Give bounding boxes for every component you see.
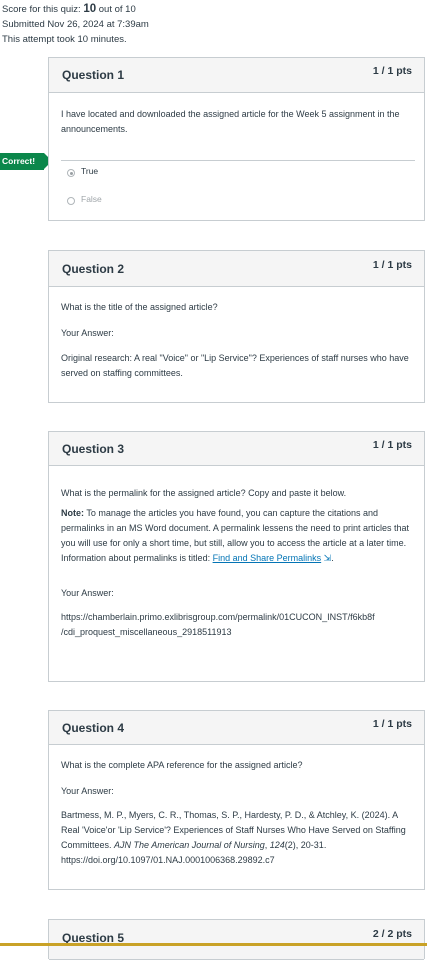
score-line: Score for this quiz: 10 out of 10: [2, 3, 136, 15]
answer-text: Original research: A real "Voice" or "Li…: [61, 353, 409, 378]
question-text: What is the title of the assigned articl…: [61, 302, 218, 312]
question-1: Question 1 1 / 1 pts I have located and …: [48, 57, 425, 221]
question-title: Question 1: [62, 68, 125, 82]
question-5: Question 5 2 / 2 pts: [48, 919, 425, 960]
your-answer-label: Your Answer:: [61, 588, 114, 598]
question-points: 1 / 1 pts: [372, 259, 412, 271]
question-title: Question 4: [62, 721, 125, 735]
answer-label: False: [81, 194, 102, 204]
answer-option-false[interactable]: False: [49, 190, 424, 214]
your-answer-label: Your Answer:: [61, 328, 114, 338]
question-title: Question 2: [62, 262, 125, 276]
answer-text: https://chamberlain.primo.exlibrisgroup.…: [61, 612, 375, 637]
question-3: Question 3 1 / 1 pts What is the permali…: [48, 431, 425, 682]
divider: [61, 160, 415, 161]
question-header: Question 2 1 / 1 pts: [49, 251, 424, 287]
permalinks-link[interactable]: Find and Share Permalinks: [213, 553, 322, 563]
question-text: What is the permalink for the assigned a…: [61, 488, 347, 498]
question-text: I have located and downloaded the assign…: [61, 109, 400, 134]
quiz-summary: Score for this quiz: 10 out of 10 Submit…: [2, 2, 149, 47]
your-answer-label: Your Answer:: [61, 786, 114, 796]
answer-option-true[interactable]: True: [49, 162, 424, 186]
score-value: 10: [83, 3, 97, 15]
question-points: 1 / 1 pts: [372, 439, 412, 451]
correct-answer-flag: Correct!: [0, 153, 52, 170]
question-points: 1 / 1 pts: [372, 65, 412, 77]
question-title: Question 3: [62, 442, 125, 456]
question-points: 1 / 1 pts: [372, 718, 412, 730]
question-header: Question 5 2 / 2 pts: [49, 920, 424, 960]
question-points: 2 / 2 pts: [372, 928, 412, 940]
question-header: Question 4 1 / 1 pts: [49, 711, 424, 745]
question-text: What is the complete APA reference for t…: [61, 760, 303, 770]
answer-label: True: [81, 166, 99, 176]
external-link-icon[interactable]: ⇲: [324, 553, 332, 563]
question-2: Question 2 1 / 1 pts What is the title o…: [48, 250, 425, 403]
note-text: Note: To manage the articles you have fo…: [61, 508, 410, 563]
submitted-line: Submitted Nov 26, 2024 at 7:39am: [2, 19, 149, 30]
question-4: Question 4 1 / 1 pts What is the complet…: [48, 710, 425, 890]
radio-selected[interactable]: [67, 169, 75, 177]
duration-line: This attempt took 10 minutes.: [2, 34, 127, 45]
question-header: Question 1 1 / 1 pts: [49, 58, 424, 93]
question-header: Question 3 1 / 1 pts: [49, 432, 424, 466]
answer-text: Bartmess, M. P., Myers, C. R., Thomas, S…: [61, 810, 406, 865]
radio-unselected[interactable]: [67, 197, 75, 205]
